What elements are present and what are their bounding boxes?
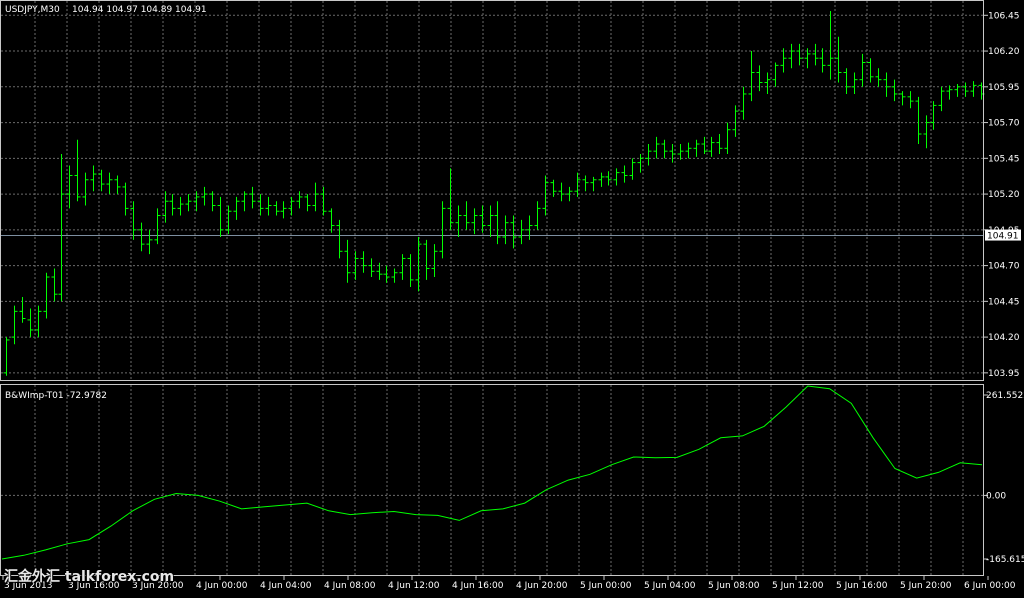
indicator-tick-label: 261.5522 <box>986 391 1024 401</box>
time-tick-label: 4 Jun 12:00 <box>388 581 440 591</box>
ohlc-readout: 104.94 104.97 104.89 104.91 <box>72 5 207 15</box>
chart-window: 106.45 106.20 105.95 105.70 105.45 105.20 104.… <box>0 0 1024 594</box>
time-tick-label: 5 Jun 04:00 <box>644 581 696 591</box>
time-tick-label: 5 Jun 20:00 <box>900 581 952 591</box>
time-tick-label: 4 Jun 00:00 <box>196 581 248 591</box>
chart-title: USDJPY,M30 <box>5 5 60 15</box>
price-tick-label: 105.70 <box>988 119 1020 129</box>
last-price-label: 104.91 <box>987 232 1019 242</box>
indicator-tick-label: 0.00 <box>986 491 1006 501</box>
watermark: 汇金外汇 talkforex.com <box>4 569 175 585</box>
price-tick-label: 105.45 <box>988 154 1020 164</box>
price-tick-label: 103.95 <box>988 369 1020 379</box>
time-tick-label: 4 Jun 20:00 <box>516 581 568 591</box>
price-tick-label: 104.20 <box>988 333 1020 343</box>
time-tick-label: 4 Jun 08:00 <box>324 581 376 591</box>
time-tick-label: 4 Jun 16:00 <box>452 581 504 591</box>
time-tick-label: 5 Jun 00:00 <box>580 581 632 591</box>
price-tick-label: 105.95 <box>988 83 1020 93</box>
time-tick-label: 6 Jun 00:00 <box>964 581 1016 591</box>
indicator-title: B&WImp-T01 -72.9782 <box>5 391 107 401</box>
price-tick-label: 106.45 <box>988 11 1020 21</box>
indicator-tick-label: -165.615 <box>986 555 1024 565</box>
time-tick-label: 4 Jun 04:00 <box>260 581 312 591</box>
price-tick-label: 104.70 <box>988 262 1020 272</box>
chart-background <box>0 0 1024 594</box>
time-tick-label: 5 Jun 12:00 <box>772 581 824 591</box>
time-tick-label: 5 Jun 16:00 <box>836 581 888 591</box>
price-tick-label: 106.20 <box>988 47 1020 57</box>
chart-svg: 106.45 106.20 105.95 105.70 105.45 105.20 104.… <box>0 0 1024 594</box>
price-tick-label: 104.45 <box>988 297 1020 307</box>
price-tick-label: 105.20 <box>988 190 1020 200</box>
time-tick-label: 5 Jun 08:00 <box>708 581 760 591</box>
